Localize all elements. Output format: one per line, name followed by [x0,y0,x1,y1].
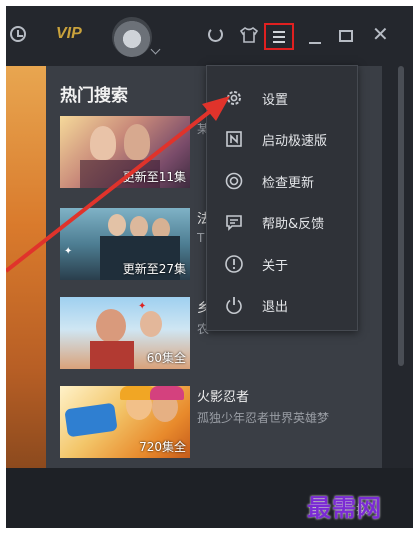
menu-item-label: 关于 [262,259,289,274]
item-desc: 孤独少年忍者世界英雄梦 [197,411,330,425]
menu-icon-line [273,31,285,33]
watermark-logo: 最需网 [307,493,382,522]
app-window: VIP ✕ › 热门搜索 更新至11集 [6,6,413,528]
list-item[interactable]: 720集全 火影忍者 孤独少年忍者世界英雄梦 [60,386,329,458]
menu-item-label: 退出 [262,300,289,315]
scrollbar[interactable] [398,66,404,366]
clock-icon[interactable] [10,26,26,42]
thumbnail[interactable]: 720集全 [60,386,190,458]
skin-icon[interactable] [240,27,258,43]
menu-icon-line [273,41,285,43]
minimize-button[interactable] [309,42,321,44]
annotation-arrow [6,96,230,273]
close-button[interactable]: ✕ [372,24,389,44]
item-info: 火影忍者 孤独少年忍者世界英雄梦 [197,386,387,426]
chevron-down-icon[interactable] [150,44,161,55]
avatar[interactable] [112,17,152,57]
main-menu-button[interactable] [264,23,294,50]
vip-button[interactable]: VIP [56,25,82,43]
maximize-button[interactable] [339,30,353,42]
menu-item-label: 启动极速版 [262,134,328,149]
item-title: 火影忍者 [197,390,250,405]
episode-badge: 720集全 [139,440,186,454]
episode-badge: 60集全 [146,351,186,365]
menu-item-label: 帮助&反馈 [262,217,325,232]
menu-icon-line [273,36,285,38]
title-bar: VIP ✕ [6,6,413,66]
thumbnail-logo [64,402,118,438]
menu-item-label: 检查更新 [262,176,315,191]
menu-item-label: 设置 [262,93,289,108]
refresh-icon[interactable] [208,27,223,42]
